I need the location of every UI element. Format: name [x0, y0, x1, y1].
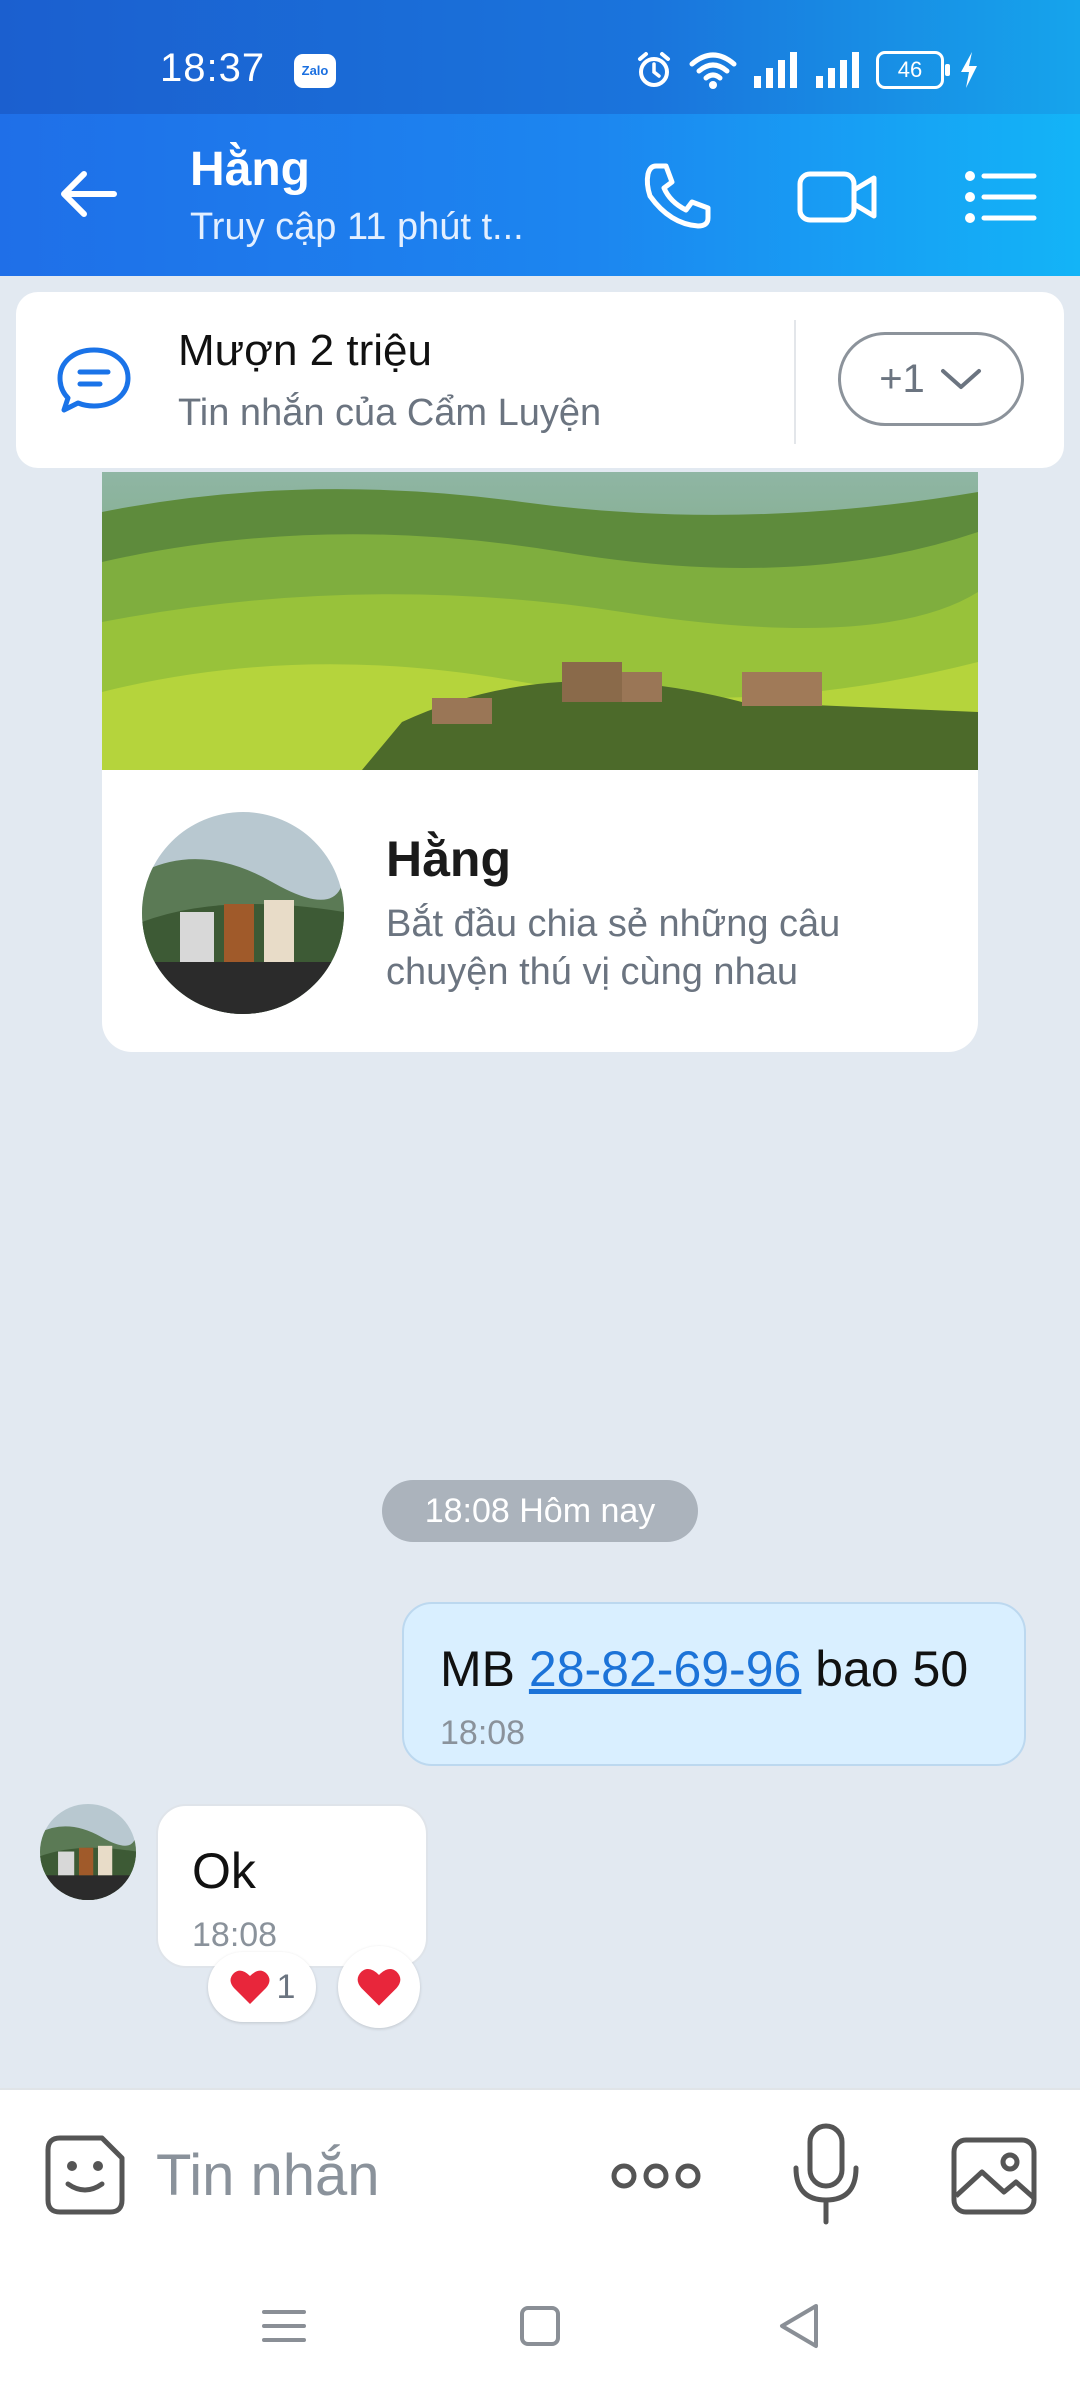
message-input-bar — [0, 2088, 1080, 2260]
back-button[interactable] — [50, 154, 130, 234]
wifi-icon — [689, 52, 737, 89]
received-message-bubble[interactable]: Ok 18:08 — [156, 1804, 428, 1968]
battery-icon: 46 — [876, 51, 950, 89]
divider — [794, 320, 796, 444]
sent-message-text: MB 28-82-69-96 bao 50 — [440, 1640, 968, 1698]
profile-avatar[interactable] — [142, 812, 344, 1014]
profile-description: Bắt đầu chia sẻ những câu chuyện thú vị … — [386, 903, 841, 993]
chat-header: Hằng Truy cập 11 phút t... — [0, 114, 1080, 276]
more-options-button[interactable] — [606, 2146, 706, 2206]
contact-name[interactable]: Hằng — [190, 142, 310, 197]
react-button[interactable] — [338, 1946, 420, 2028]
menu-lines-icon — [262, 2310, 306, 2342]
phone-number-link[interactable]: 28-82-69-96 — [529, 1641, 801, 1697]
date-separator: 18:08 Hôm nay — [382, 1480, 698, 1542]
phone-icon — [644, 163, 711, 229]
list-menu-icon — [965, 171, 1037, 223]
emoji-button[interactable] — [40, 2130, 130, 2220]
received-message-text: Ok — [192, 1843, 256, 1899]
heart-icon — [230, 1970, 270, 2004]
home-button[interactable] — [510, 2296, 570, 2356]
system-back-button[interactable] — [770, 2296, 830, 2356]
sent-message-bubble[interactable]: MB 28-82-69-96 bao 50 18:08 — [402, 1602, 1026, 1766]
heart-icon — [357, 1969, 401, 2006]
zalo-notification-icon: Zalo — [294, 54, 336, 88]
status-icons: 46 — [634, 48, 980, 92]
video-camera-icon — [797, 171, 877, 223]
sender-avatar[interactable] — [40, 1804, 136, 1900]
signal-icon-2 — [816, 52, 859, 88]
square-icon — [520, 2306, 560, 2346]
voice-call-button[interactable] — [634, 154, 720, 240]
pinned-more-button[interactable]: +1 — [838, 332, 1024, 426]
chat-options-button[interactable] — [958, 154, 1044, 240]
reaction-count: 1 — [276, 1967, 296, 2006]
pinned-subtitle: Tin nhắn của Cẩm Luyện — [178, 392, 602, 434]
last-seen-status: Truy cập 11 phút t... — [190, 206, 524, 248]
status-bar: 18:37 Zalo 46 — [0, 0, 1080, 114]
sent-text-prefix: MB — [440, 1641, 515, 1697]
signal-icon-1 — [754, 52, 797, 88]
sticker-smile-icon — [45, 2135, 125, 2215]
image-icon — [951, 2137, 1037, 2215]
reaction-summary[interactable]: 1 — [208, 1952, 316, 2022]
message-input[interactable] — [156, 2130, 576, 2220]
microphone-icon — [793, 2123, 859, 2225]
system-navigation-bar — [0, 2260, 1080, 2400]
pinned-title: Mượn 2 triệu — [178, 326, 432, 375]
profile-name: Hằng — [386, 831, 511, 887]
alarm-icon — [638, 52, 670, 87]
pinned-message-card[interactable]: Mượn 2 triệu Tin nhắn của Cẩm Luyện +1 — [16, 292, 1064, 468]
more-dots-icon — [611, 2163, 701, 2189]
recent-apps-button[interactable] — [254, 2296, 314, 2356]
video-call-button[interactable] — [794, 154, 880, 240]
pinned-count: +1 — [879, 356, 925, 401]
image-picker-button[interactable] — [948, 2130, 1040, 2222]
charging-icon — [961, 52, 977, 88]
sent-text-suffix: bao 50 — [815, 1641, 969, 1697]
arrow-left-icon — [61, 171, 117, 217]
cover-photo — [102, 472, 978, 770]
triangle-back-icon — [780, 2304, 818, 2348]
sent-message-time: 18:08 — [440, 1714, 526, 1752]
chevron-down-icon — [940, 369, 981, 389]
voice-message-button[interactable] — [786, 2120, 866, 2230]
status-time: 18:37 — [160, 46, 266, 90]
received-message-time: 18:08 — [192, 1916, 278, 1954]
profile-card[interactable]: Hằng Bắt đầu chia sẻ những câu chuyện th… — [102, 472, 978, 1052]
chat-bubble-icon — [56, 344, 132, 416]
